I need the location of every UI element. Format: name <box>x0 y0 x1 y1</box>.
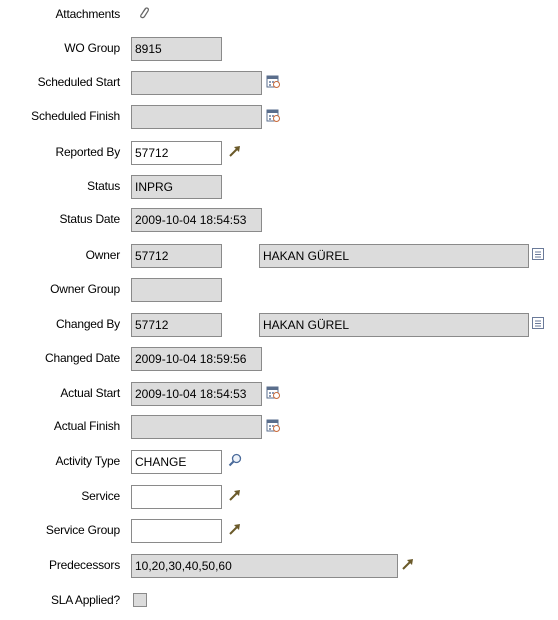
service-group-label: Service Group <box>45 523 120 537</box>
activity-type-row: Activity Type CHANGE <box>0 449 558 475</box>
actual-start-label: Actual Start <box>60 386 120 400</box>
owner-name-field: HAKAN GÜREL <box>259 244 529 268</box>
calendar-icon[interactable] <box>265 384 281 400</box>
go-to-arrow-icon[interactable] <box>227 521 243 537</box>
owner-field: 57712 <box>131 244 222 268</box>
go-to-arrow-icon[interactable] <box>400 556 416 572</box>
scheduled-finish-field <box>131 105 262 129</box>
status-date-label: Status Date <box>59 212 120 226</box>
actual-finish-field <box>131 415 262 439</box>
actual-start-row: Actual Start 2009-10-04 18:54:53 <box>0 381 558 407</box>
calendar-icon[interactable] <box>265 107 281 123</box>
sla-applied-row: SLA Applied? <box>0 588 558 614</box>
owner-label: Owner <box>85 248 121 262</box>
owner-group-field <box>131 278 222 302</box>
actual-finish-row: Actual Finish <box>0 414 558 440</box>
changed-date-field: 2009-10-04 18:59:56 <box>131 347 262 371</box>
changed-by-label: Changed By <box>55 317 120 331</box>
status-date-row: Status Date 2009-10-04 18:54:53 <box>0 207 558 233</box>
calendar-icon[interactable] <box>265 417 281 433</box>
owner-group-row: Owner Group <box>0 277 558 303</box>
activity-type-input[interactable]: CHANGE <box>131 450 222 474</box>
wo-group-field: 8915 <box>131 37 222 61</box>
wo-group-row: WO Group 8915 <box>0 36 558 62</box>
service-group-row: Service Group <box>0 518 558 544</box>
actual-finish-label: Actual Finish <box>53 419 120 433</box>
go-to-arrow-icon[interactable] <box>227 143 243 159</box>
predecessors-field: 10,20,30,40,50,60 <box>131 554 398 578</box>
activity-type-label: Activity Type <box>55 454 120 468</box>
status-label: Status <box>87 179 120 193</box>
detail-menu-icon[interactable] <box>530 315 546 331</box>
status-row: Status INPRG <box>0 174 558 200</box>
status-field: INPRG <box>131 175 222 199</box>
scheduled-finish-row: Scheduled Finish <box>0 104 558 130</box>
predecessors-label: Predecessors <box>49 558 120 572</box>
changed-by-name-field: HAKAN GÜREL <box>259 313 529 337</box>
changed-date-label: Changed Date <box>45 351 120 365</box>
calendar-icon[interactable] <box>265 73 281 89</box>
reported-by-row: Reported By 57712 <box>0 140 558 166</box>
go-to-arrow-icon[interactable] <box>227 487 243 503</box>
actual-start-field: 2009-10-04 18:54:53 <box>131 382 262 406</box>
status-date-field: 2009-10-04 18:54:53 <box>131 208 262 232</box>
scheduled-start-row: Scheduled Start <box>0 70 558 96</box>
reported-by-input[interactable]: 57712 <box>131 141 222 165</box>
scheduled-start-field <box>131 71 262 95</box>
service-row: Service <box>0 484 558 510</box>
predecessors-row: Predecessors 10,20,30,40,50,60 <box>0 553 558 579</box>
service-group-input[interactable] <box>131 519 222 543</box>
attachments-label: Attachments <box>55 7 121 21</box>
sla-applied-checkbox <box>133 593 147 607</box>
reported-by-label: Reported By <box>55 145 120 159</box>
attachments-row: Attachments <box>0 2 558 28</box>
changed-date-row: Changed Date 2009-10-04 18:59:56 <box>0 346 558 372</box>
magnifier-icon[interactable] <box>227 452 243 468</box>
service-input[interactable] <box>131 485 222 509</box>
wo-group-label: WO Group <box>64 41 120 55</box>
changed-by-field: 57712 <box>131 313 222 337</box>
service-label: Service <box>81 489 120 503</box>
scheduled-finish-label: Scheduled Finish <box>31 109 120 123</box>
owner-group-label: Owner Group <box>50 282 120 296</box>
scheduled-start-label: Scheduled Start <box>37 75 121 89</box>
changed-by-row: Changed By 57712 HAKAN GÜREL <box>0 312 558 338</box>
owner-row: Owner 57712 HAKAN GÜREL <box>0 243 558 269</box>
paperclip-icon[interactable] <box>136 5 152 21</box>
sla-applied-label: SLA Applied? <box>51 593 120 607</box>
detail-menu-icon[interactable] <box>530 246 546 262</box>
